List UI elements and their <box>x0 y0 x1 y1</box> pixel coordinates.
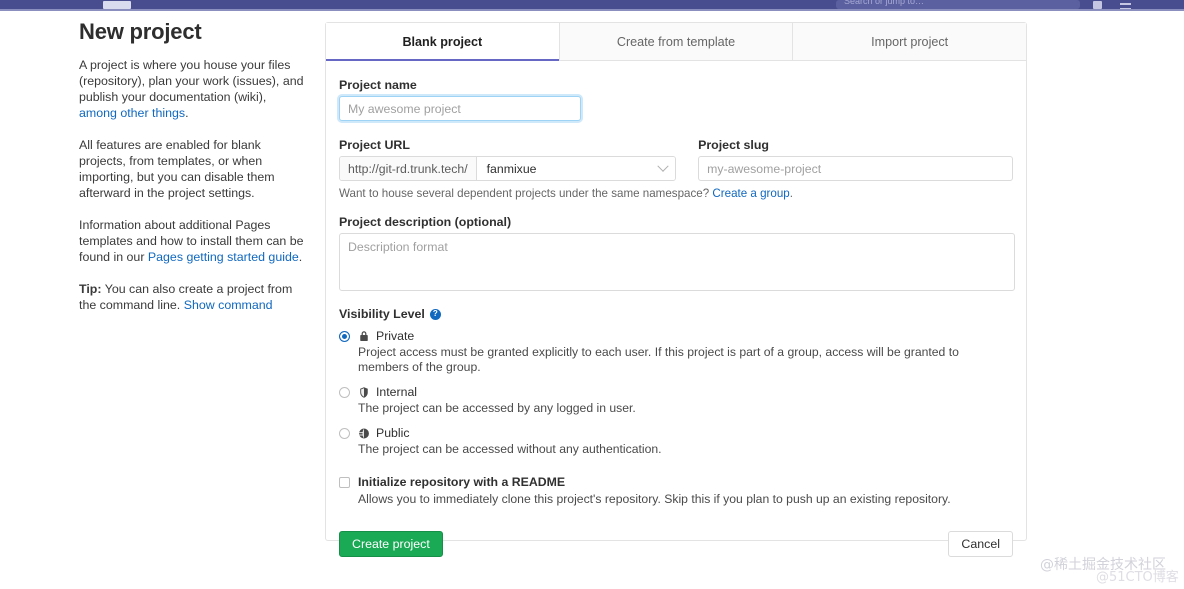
tip-label: Tip: <box>79 282 102 296</box>
tip-paragraph: Tip: You can also create a project from … <box>79 281 307 313</box>
intro-text-b: . <box>185 106 189 120</box>
tab-import-project[interactable]: Import project <box>793 23 1027 60</box>
initialize-readme-label: Initialize repository with a README <box>358 475 566 489</box>
global-search-input[interactable]: Search or jump to… <box>836 0 1080 9</box>
visibility-private-description: Project access must be granted explicitl… <box>358 345 959 374</box>
watermark-secondary: @51CTO博客 <box>1096 570 1179 585</box>
intro-text-a: A project is where you house your files … <box>79 58 304 104</box>
project-name-label: Project name <box>339 78 417 92</box>
project-url-group: Project URL http://git-rd.trunk.tech/ fa… <box>339 138 677 181</box>
pages-guide-link[interactable]: Pages getting started guide <box>148 250 299 264</box>
create-project-button[interactable]: Create project <box>339 531 443 557</box>
tab-blank-project-label: Blank project <box>402 34 483 49</box>
project-url-prefix: http://git-rd.trunk.tech/ <box>340 157 477 180</box>
project-slug-label: Project slug <box>698 138 769 152</box>
namespace-hint: Want to house several dependent projects… <box>339 187 1013 200</box>
features-paragraph: All features are enabled for blank proje… <box>79 138 275 200</box>
initialize-readme-checkbox[interactable] <box>339 477 350 488</box>
cancel-button[interactable]: Cancel <box>948 531 1013 557</box>
question-circle-icon[interactable]: ? <box>429 308 441 320</box>
visibility-radio-internal[interactable] <box>339 387 350 398</box>
globe-icon <box>359 428 369 438</box>
project-name-input[interactable] <box>339 96 581 121</box>
show-command-link[interactable]: Show command <box>184 298 273 312</box>
initialize-readme-body: Initialize repository with a README Allo… <box>358 475 951 506</box>
namespace-hint-tail: . <box>789 187 793 200</box>
new-project-panel: Blank project Create from template Impor… <box>325 22 1027 557</box>
global-search-placeholder: Search or jump to… <box>844 0 925 6</box>
pages-text-b: . <box>298 250 303 264</box>
new-project-info-column: New project A project is where you house… <box>79 19 307 313</box>
visibility-internal-title-row: Internal <box>358 385 636 399</box>
tab-create-from-template-label: Create from template <box>616 34 736 49</box>
visibility-internal-description: The project can be accessed by any logge… <box>358 401 636 415</box>
visibility-public-body: Public The project can be accessed witho… <box>358 426 662 457</box>
visibility-private-title-row: Private <box>358 329 1013 343</box>
lock-icon <box>360 330 368 341</box>
project-slug-input[interactable] <box>698 156 1013 181</box>
create-a-group-link[interactable]: Create a group <box>712 187 789 200</box>
tab-import-project-label: Import project <box>871 34 949 49</box>
visibility-internal-name: Internal <box>376 385 418 399</box>
visibility-internal-body: Internal The project can be accessed by … <box>358 385 636 416</box>
visibility-option-internal[interactable]: Internal The project can be accessed by … <box>339 385 1013 416</box>
tab-blank-project[interactable]: Blank project <box>326 23 560 61</box>
visibility-radio-private[interactable] <box>339 331 350 342</box>
visibility-public-title-row: Public <box>358 426 662 440</box>
project-description-label: Project description (optional) <box>339 215 512 229</box>
visibility-level-heading: Visibility Level ? <box>339 307 1013 321</box>
blank-project-form: Project name Project URL http://git-rd.t… <box>326 61 1026 567</box>
initialize-readme-group[interactable]: Initialize repository with a README Allo… <box>339 475 1013 506</box>
hamburger-menu-icon[interactable] <box>1120 1 1131 9</box>
initialize-readme-description: Allows you to immediately clone this pro… <box>358 492 951 506</box>
project-description-textarea[interactable] <box>339 233 1015 291</box>
among-other-things-link[interactable]: among other things <box>79 106 185 120</box>
visibility-radio-public[interactable] <box>339 428 350 439</box>
plus-icon[interactable] <box>1093 1 1102 9</box>
namespace-hint-text: Want to house several dependent projects… <box>339 187 713 200</box>
visibility-private-body: Private Project access must be granted e… <box>358 329 1013 375</box>
gitlab-logo-icon[interactable] <box>103 1 131 9</box>
visibility-private-name: Private <box>376 329 415 343</box>
visibility-option-private[interactable]: Private Project access must be granted e… <box>339 329 1013 375</box>
project-type-tabs: Blank project Create from template Impor… <box>326 23 1027 61</box>
visibility-level-group: Visibility Level ? Private Project acces… <box>339 307 1013 457</box>
tab-create-from-template[interactable]: Create from template <box>559 23 794 60</box>
namespace-select[interactable]: fanmixue <box>476 157 676 180</box>
visibility-public-description: The project can be accessed without any … <box>358 442 662 456</box>
visibility-option-public[interactable]: Public The project can be accessed witho… <box>339 426 1013 457</box>
intro-paragraph: A project is where you house your files … <box>79 57 307 121</box>
project-description-group: Project description (optional) <box>339 215 1015 291</box>
chevron-down-icon <box>657 160 669 172</box>
namespace-select-value: fanmixue <box>486 161 537 176</box>
url-slug-row: Project URL http://git-rd.trunk.tech/ fa… <box>339 138 1013 181</box>
top-navbar: Search or jump to… <box>0 0 1184 11</box>
project-url-label: Project URL <box>339 138 410 152</box>
watermark-primary: @稀土掘金技术社区 <box>1040 557 1166 573</box>
visibility-public-name: Public <box>376 426 410 440</box>
project-url-input-group: http://git-rd.trunk.tech/ fanmixue <box>339 156 677 181</box>
page-title: New project <box>79 19 202 44</box>
shield-icon <box>360 386 368 398</box>
pages-paragraph: Information about additional Pages templ… <box>79 217 307 265</box>
project-slug-group: Project slug <box>698 138 1013 181</box>
form-actions: Create project Cancel <box>339 531 1013 567</box>
visibility-level-label: Visibility Level <box>339 307 425 321</box>
